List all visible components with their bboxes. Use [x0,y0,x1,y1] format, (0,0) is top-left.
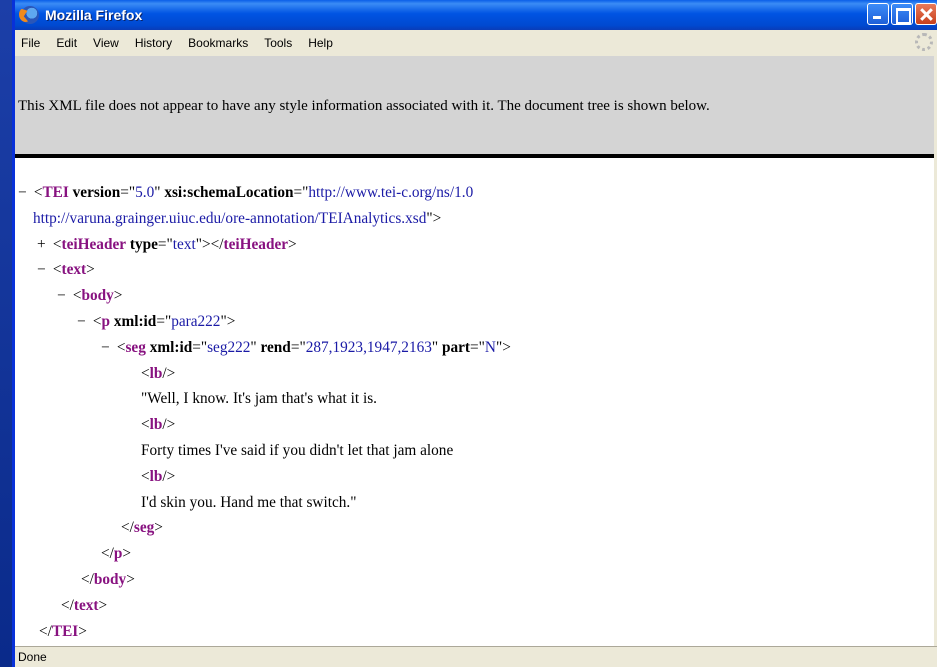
xml-tree: − <TEI version="5.0" xsi:schemaLocation=… [15,158,937,644]
title-bar[interactable]: Mozilla Firefox [15,0,937,30]
browser-window: Mozilla Firefox File Edit View History B… [12,0,937,667]
status-bar: Done [15,646,937,667]
menu-history[interactable]: History [135,36,172,50]
menu-bar: File Edit View History Bookmarks Tools H… [15,30,937,56]
collapse-toggle[interactable]: − [101,335,113,361]
collapse-toggle[interactable]: − [37,257,49,283]
tree-line-text: Forty times I've said if you didn't let … [141,441,454,459]
window-title: Mozilla Firefox [45,7,143,23]
tree-line-lb: <lb/> [141,467,176,485]
tree-line-lb: <lb/> [141,364,176,382]
xml-style-notice: This XML file does not appear to have an… [15,56,937,158]
tree-line-text: I'd skin you. Hand me that switch." [141,493,357,511]
xml-viewer[interactable]: This XML file does not appear to have an… [15,56,937,646]
tree-line-body-close: </body> [81,570,135,588]
tree-line-schema-cont: http://varuna.grainger.uiuc.edu/ore-anno… [33,209,442,227]
tree-line-lb: <lb/> [141,416,176,434]
menu-bookmarks[interactable]: Bookmarks [188,36,248,50]
tree-line-tei-close: </TEI> [39,622,87,640]
tree-line-p-close: </p> [101,545,132,563]
tree-line-p-open: − <p xml:id="para222"> [15,309,937,335]
tree-line-seg-open: − <seg xml:id="seg222" rend="287,1923,19… [15,335,937,361]
collapse-toggle[interactable]: − [18,180,30,206]
tree-line-text: "Well, I know. It's jam that's what it i… [141,390,377,408]
collapse-toggle[interactable]: − [77,309,89,335]
maximize-icon[interactable] [891,3,913,25]
expand-toggle[interactable]: + [37,232,49,258]
menu-edit[interactable]: Edit [56,36,77,50]
tree-line-text-close: </text> [61,596,108,614]
menu-help[interactable]: Help [308,36,333,50]
throbber-icon [915,33,933,51]
desktop-strip [0,0,12,667]
tree-line-body-open: − <body> [15,283,937,309]
tree-line-text-open: − <text> [15,257,937,283]
tree-line-teiheader: + <teiHeader type="text"></teiHeader> [15,232,937,258]
menu-tools[interactable]: Tools [264,36,292,50]
minimize-icon[interactable] [867,3,889,25]
menu-file[interactable]: File [21,36,40,50]
close-icon[interactable] [915,3,937,25]
tree-line-seg-close: </seg> [121,519,163,537]
collapse-toggle[interactable]: − [57,283,69,309]
tree-line-tei-open: − <TEI version="5.0" xsi:schemaLocation=… [15,180,937,206]
window-controls [867,3,937,25]
firefox-icon[interactable] [21,6,39,24]
status-text: Done [18,650,47,664]
menu-view[interactable]: View [93,36,119,50]
